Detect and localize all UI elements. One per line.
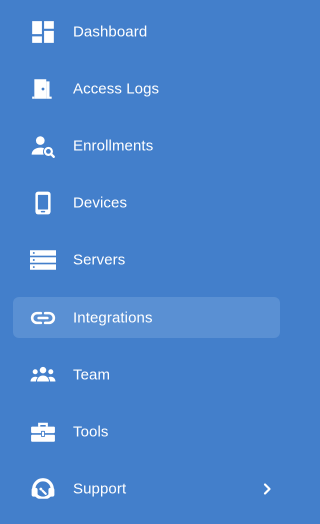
sidebar-item-label: Tools [73, 423, 109, 440]
sidebar-item-label: Enrollments [73, 137, 154, 154]
team-icon [30, 362, 56, 388]
sidebar-item-label: Integrations [73, 309, 153, 326]
sidebar-item-label: Team [73, 366, 111, 383]
sidebar-item-label: Devices [73, 194, 128, 211]
headset-icon [30, 476, 56, 502]
sidebar-item-label: Support [73, 480, 127, 497]
link-icon [30, 305, 56, 331]
dashboard-icon [30, 19, 56, 45]
sidebar-item-tools[interactable]: Tools [13, 411, 280, 452]
door-icon [30, 76, 56, 102]
sidebar-item-dashboard[interactable]: Dashboard [13, 11, 280, 52]
chevron-right-icon[interactable] [260, 482, 274, 496]
user-search-icon [30, 133, 56, 159]
sidebar-item-devices[interactable]: Devices [13, 182, 280, 223]
sidebar-item-integrations[interactable]: Integrations [13, 297, 280, 338]
sidebar-item-label: Dashboard [73, 23, 148, 40]
sidebar-item-access-logs[interactable]: Access Logs [13, 68, 280, 109]
toolbox-icon [30, 419, 56, 445]
sidebar: Dashboard Access Logs Enrollments Device… [0, 0, 292, 524]
sidebar-item-servers[interactable]: Servers [13, 239, 280, 280]
phone-icon [30, 190, 56, 216]
sidebar-item-support[interactable]: Support [13, 468, 280, 509]
server-icon [30, 247, 56, 273]
sidebar-item-team[interactable]: Team [13, 354, 280, 395]
sidebar-item-label: Access Logs [73, 80, 160, 97]
sidebar-item-label: Servers [73, 251, 126, 268]
sidebar-item-enrollments[interactable]: Enrollments [13, 125, 280, 166]
